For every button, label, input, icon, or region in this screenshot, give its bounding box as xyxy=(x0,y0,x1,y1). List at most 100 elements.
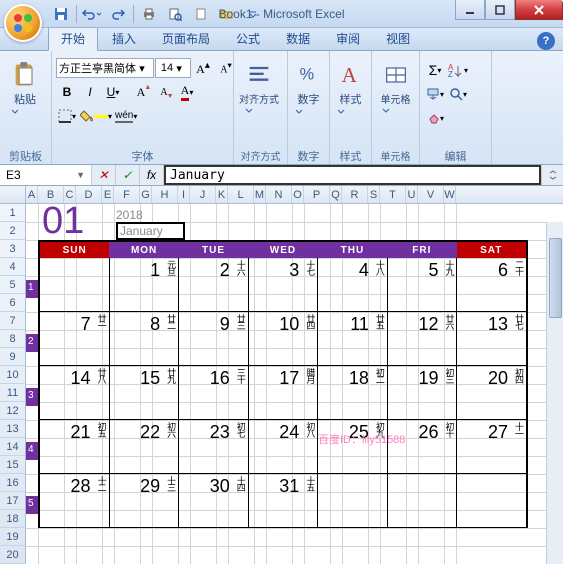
name-box[interactable]: E3▼ xyxy=(0,165,92,185)
formula-bar[interactable]: January xyxy=(164,165,541,185)
calendar-day-cell[interactable]: 20初四 xyxy=(457,366,528,419)
calendar-day-cell[interactable] xyxy=(38,258,110,311)
row-head-12[interactable]: 12 xyxy=(0,402,25,420)
help-button[interactable]: ? xyxy=(537,32,555,50)
row-head-6[interactable]: 6 xyxy=(0,294,25,312)
qat-print-preview[interactable] xyxy=(164,3,186,25)
expand-formula-bar[interactable] xyxy=(541,165,563,185)
row-head-15[interactable]: 15 xyxy=(0,456,25,474)
calendar-day-cell[interactable]: 28十二 xyxy=(38,474,110,527)
select-all-button[interactable] xyxy=(0,186,26,203)
cells-button[interactable]: 单元格 xyxy=(376,53,415,136)
maximize-button[interactable] xyxy=(485,0,515,20)
qat-undo[interactable] xyxy=(81,3,103,25)
grow-font-button[interactable]: A▴ xyxy=(192,57,214,79)
font-color-button[interactable]: A▾ xyxy=(176,81,198,103)
col-head-L[interactable]: L xyxy=(228,186,254,203)
col-head-U[interactable]: U xyxy=(406,186,418,203)
calendar-day-cell[interactable]: 18初二 xyxy=(318,366,388,419)
calendar-day-cell[interactable]: 13廿七 xyxy=(457,312,528,365)
calendar-day-cell[interactable]: 19初三 xyxy=(388,366,458,419)
qat-save[interactable] xyxy=(50,3,72,25)
row-head-7[interactable]: 7 xyxy=(0,312,25,330)
decrease-font-button[interactable]: A▼ xyxy=(153,81,175,103)
number-button[interactable]: % 数字 xyxy=(292,53,325,137)
row-head-17[interactable]: 17 xyxy=(0,492,25,510)
qat-new[interactable] xyxy=(190,3,212,25)
alignment-button[interactable]: 对齐方式 xyxy=(238,53,280,136)
calendar-day-cell[interactable]: 30十四 xyxy=(179,474,249,527)
col-head-M[interactable]: M xyxy=(254,186,266,203)
qat-redo[interactable] xyxy=(107,3,129,25)
paste-button[interactable]: 粘贴 xyxy=(4,53,46,137)
cells-area[interactable]: 01 2018 January SUN MON TUE WED THU FRI … xyxy=(26,204,563,564)
tab-data[interactable]: 数据 xyxy=(274,27,322,50)
qat-quick-print[interactable] xyxy=(138,3,160,25)
calendar-day-cell[interactable]: 31十五 xyxy=(249,474,319,527)
col-head-V[interactable]: V xyxy=(418,186,444,203)
autosum-button[interactable]: Σ▾ xyxy=(424,59,446,81)
clear-button[interactable]: ▾ xyxy=(424,107,446,129)
sort-filter-button[interactable]: AZ▾ xyxy=(447,59,469,81)
row-head-18[interactable]: 18 xyxy=(0,510,25,528)
calendar-day-cell[interactable]: 12廿六 xyxy=(388,312,458,365)
calendar-day-cell[interactable] xyxy=(457,474,528,527)
calendar-day-cell[interactable]: 4十八 xyxy=(318,258,388,311)
calendar-day-cell[interactable]: 8廿二 xyxy=(110,312,180,365)
tab-view[interactable]: 视图 xyxy=(374,27,422,50)
confirm-edit-button[interactable]: ✓ xyxy=(116,165,140,185)
col-head-O[interactable]: O xyxy=(292,186,304,203)
row-head-11[interactable]: 11 xyxy=(0,384,25,402)
calendar-day-cell[interactable]: 7廿一 xyxy=(38,312,110,365)
row-head-5[interactable]: 5 xyxy=(0,276,25,294)
calendar-day-cell[interactable] xyxy=(388,474,458,527)
scroll-thumb[interactable] xyxy=(549,238,562,318)
row-head-14[interactable]: 14 xyxy=(0,438,25,456)
row-head-1[interactable]: 1 xyxy=(0,204,25,222)
underline-button[interactable]: U▾ xyxy=(102,81,124,103)
col-head-C[interactable]: C xyxy=(64,186,76,203)
bold-button[interactable]: B xyxy=(56,81,78,103)
row-head-8[interactable]: 8 xyxy=(0,330,25,348)
col-head-I[interactable]: I xyxy=(178,186,190,203)
styles-button[interactable]: A 样式 xyxy=(334,53,367,137)
row-head-3[interactable]: 3 xyxy=(0,240,25,258)
row-head-10[interactable]: 10 xyxy=(0,366,25,384)
increase-font-button[interactable]: A▲ xyxy=(130,81,152,103)
vertical-scrollbar[interactable] xyxy=(546,222,563,564)
row-head-20[interactable]: 20 xyxy=(0,546,25,564)
tab-insert[interactable]: 插入 xyxy=(100,27,148,50)
calendar-day-cell[interactable]: 15廿九 xyxy=(110,366,180,419)
row-head-9[interactable]: 9 xyxy=(0,348,25,366)
row-head-16[interactable]: 16 xyxy=(0,474,25,492)
col-head-H[interactable]: H xyxy=(152,186,178,203)
col-head-D[interactable]: D xyxy=(76,186,102,203)
row-head-13[interactable]: 13 xyxy=(0,420,25,438)
col-head-K[interactable]: K xyxy=(216,186,228,203)
calendar-day-cell[interactable]: 11廿五 xyxy=(318,312,388,365)
font-size-combo[interactable]: 14▾ xyxy=(155,58,191,78)
find-button[interactable]: ▾ xyxy=(447,83,469,105)
row-head-19[interactable]: 19 xyxy=(0,528,25,546)
calendar-day-cell[interactable]: 14廿八 xyxy=(38,366,110,419)
col-head-S[interactable]: S xyxy=(368,186,380,203)
minimize-button[interactable] xyxy=(455,0,485,20)
calendar-day-cell[interactable]: 21初五 xyxy=(38,420,110,473)
calendar-day-cell[interactable]: 22初六 xyxy=(110,420,180,473)
italic-button[interactable]: I xyxy=(79,81,101,103)
col-head-W[interactable]: W xyxy=(444,186,456,203)
calendar-day-cell[interactable]: 24初八 xyxy=(249,420,319,473)
calendar-day-cell[interactable] xyxy=(318,474,388,527)
calendar-day-cell[interactable]: 16三十 xyxy=(179,366,249,419)
col-head-R[interactable]: R xyxy=(342,186,368,203)
row-head-4[interactable]: 4 xyxy=(0,258,25,276)
insert-function-button[interactable]: fx xyxy=(140,165,164,185)
calendar-day-cell[interactable]: 23初七 xyxy=(179,420,249,473)
calendar-day-cell[interactable]: 2十六 xyxy=(179,258,249,311)
tab-page-layout[interactable]: 页面布局 xyxy=(150,27,222,50)
font-name-combo[interactable]: 方正兰亭黑简体▾ xyxy=(56,58,154,78)
col-head-F[interactable]: F xyxy=(114,186,140,203)
cancel-edit-button[interactable]: ✕ xyxy=(92,165,116,185)
calendar-day-cell[interactable]: 5十九 xyxy=(388,258,458,311)
calendar-day-cell[interactable]: 29十三 xyxy=(110,474,180,527)
